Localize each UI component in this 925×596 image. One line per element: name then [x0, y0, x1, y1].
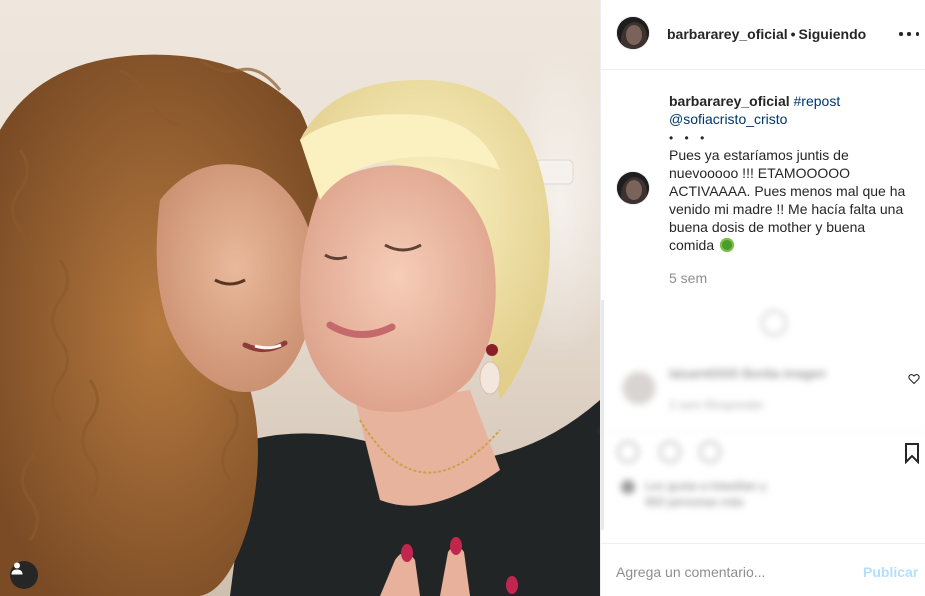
caption-timestamp[interactable]: 5 sem [669, 270, 707, 286]
likes-avatar [621, 480, 635, 494]
likes-line-1: Les gusta a lolastilan y [645, 479, 767, 493]
comment-input[interactable]: Agrega un comentario... [616, 564, 836, 580]
post-side-panel: barbararey_oficial • Siguiendo barbararey_… [600, 0, 925, 596]
likes-line-2: 950 personas más [645, 495, 744, 509]
comment-text: laisamt0000 Bonita imagen [669, 366, 826, 381]
load-more-comments-icon[interactable] [761, 310, 787, 336]
scroll-edge [601, 300, 604, 530]
comment-avatar[interactable] [623, 372, 655, 404]
blurred-region: laisamt0000 Bonita imagen 2 sem Responde… [601, 0, 925, 509]
food-emoji-icon [720, 238, 735, 252]
add-comment-bar: Agrega un comentario... Publicar [601, 543, 925, 596]
share-icon[interactable] [699, 441, 721, 463]
user-tag-button[interactable] [10, 561, 38, 589]
publish-button[interactable]: Publicar [863, 564, 918, 580]
user-tag-icon [11, 562, 23, 575]
divider [601, 430, 925, 431]
comment-meta: 2 sem Responder [669, 398, 764, 412]
post-photo[interactable] [0, 0, 600, 596]
comment-icon[interactable] [659, 441, 681, 463]
heart-icon[interactable] [908, 373, 920, 385]
like-icon[interactable] [617, 441, 639, 463]
bookmark-icon[interactable] [904, 442, 920, 464]
likes-summary[interactable]: Les gusta a lolastilan y 950 personas má… [645, 478, 766, 510]
photo-illustration [0, 54, 600, 596]
